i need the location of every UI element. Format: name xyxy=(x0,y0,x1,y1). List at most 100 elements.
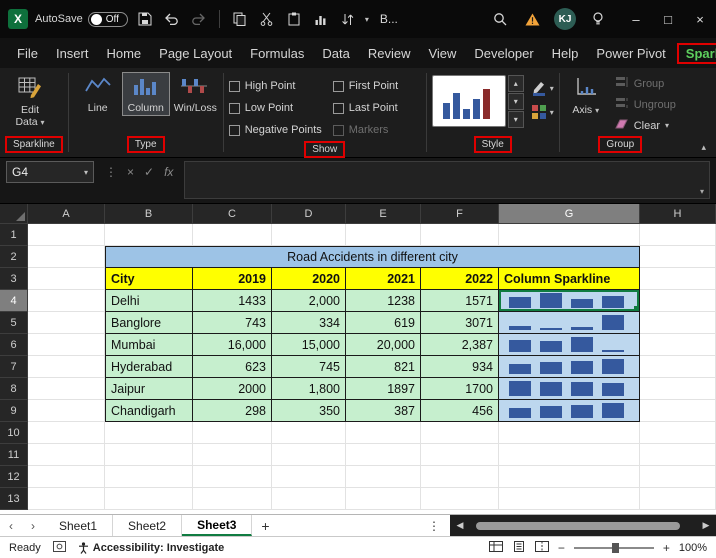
chart-icon[interactable] xyxy=(311,6,331,32)
cell-C1[interactable] xyxy=(193,224,272,246)
cell-B13[interactable] xyxy=(105,488,193,510)
cell-A4[interactable] xyxy=(28,290,105,312)
cell-A10[interactable] xyxy=(28,422,105,444)
sheet-nav-prev-icon[interactable]: ‹ xyxy=(0,519,22,533)
cell-G13[interactable] xyxy=(499,488,640,510)
cell-C9[interactable]: 298 xyxy=(193,400,272,422)
cell-E12[interactable] xyxy=(346,466,421,488)
cell-E3[interactable]: 2021 xyxy=(346,268,421,290)
cell-A3[interactable] xyxy=(28,268,105,290)
column-header-E[interactable]: E xyxy=(346,204,421,224)
cell-C10[interactable] xyxy=(193,422,272,444)
cell-A7[interactable] xyxy=(28,356,105,378)
cell-D10[interactable] xyxy=(272,422,346,444)
menu-tab-data[interactable]: Data xyxy=(313,43,358,64)
cell-E1[interactable] xyxy=(346,224,421,246)
column-header-D[interactable]: D xyxy=(272,204,346,224)
cell-E4[interactable]: 1238 xyxy=(346,290,421,312)
checkbox-last-point[interactable]: Last Point xyxy=(333,97,421,119)
cell-F13[interactable] xyxy=(421,488,499,510)
gallery-down-button[interactable]: ▾ xyxy=(508,93,524,110)
sheet-tab-sheet3[interactable]: Sheet3 xyxy=(182,515,252,536)
row-header-12[interactable]: 12 xyxy=(0,466,28,488)
cell-B3[interactable]: City xyxy=(105,268,193,290)
enter-icon[interactable]: ✓ xyxy=(144,165,154,179)
cell-H2[interactable] xyxy=(640,246,716,268)
autosave-toggle[interactable]: AutoSave Off xyxy=(35,12,128,27)
row-header-6[interactable]: 6 xyxy=(0,334,28,356)
cell-B6[interactable]: Mumbai xyxy=(105,334,193,356)
cell-F12[interactable] xyxy=(421,466,499,488)
cell-H8[interactable] xyxy=(640,378,716,400)
cell-E13[interactable] xyxy=(346,488,421,510)
row-header-2[interactable]: 2 xyxy=(0,246,28,268)
cell-G8[interactable] xyxy=(499,378,640,400)
checkbox-low-point[interactable]: Low Point xyxy=(229,97,333,119)
cell-E8[interactable]: 1897 xyxy=(346,378,421,400)
cell-D5[interactable]: 334 xyxy=(272,312,346,334)
menu-tab-help[interactable]: Help xyxy=(543,43,588,64)
zoom-slider[interactable] xyxy=(574,547,654,549)
qat-customize-icon[interactable]: ▾ xyxy=(365,15,369,24)
column-header-H[interactable]: H xyxy=(640,204,716,224)
cell-D3[interactable]: 2020 xyxy=(272,268,346,290)
cell-G3[interactable]: Column Sparkline xyxy=(499,268,640,290)
menu-tab-file[interactable]: File xyxy=(8,43,47,64)
row-header-3[interactable]: 3 xyxy=(0,268,28,290)
maximize-button[interactable]: □ xyxy=(652,0,684,38)
menu-tab-home[interactable]: Home xyxy=(97,43,150,64)
cell-F3[interactable]: 2022 xyxy=(421,268,499,290)
cell-D13[interactable] xyxy=(272,488,346,510)
select-all-corner[interactable] xyxy=(0,204,28,224)
row-header-1[interactable]: 1 xyxy=(0,224,28,246)
cell-E11[interactable] xyxy=(346,444,421,466)
menu-tab-developer[interactable]: Developer xyxy=(465,43,542,64)
cell-B1[interactable] xyxy=(105,224,193,246)
menu-tab-power-pivot[interactable]: Power Pivot xyxy=(587,43,674,64)
cell-C8[interactable]: 2000 xyxy=(193,378,272,400)
cell-G12[interactable] xyxy=(499,466,640,488)
cut-icon[interactable] xyxy=(257,6,277,32)
zoom-out-icon[interactable]: − xyxy=(558,541,565,555)
view-page-break-icon[interactable] xyxy=(535,541,549,555)
gallery-up-button[interactable]: ▴ xyxy=(508,75,524,92)
column-header-A[interactable]: A xyxy=(28,204,105,224)
cell-F6[interactable]: 2,387 xyxy=(421,334,499,356)
cell-G4[interactable] xyxy=(499,290,640,312)
name-box[interactable]: G4 ▾ xyxy=(6,161,94,183)
cell-A8[interactable] xyxy=(28,378,105,400)
cell-H12[interactable] xyxy=(640,466,716,488)
menu-tab-formulas[interactable]: Formulas xyxy=(241,43,313,64)
cell-A9[interactable] xyxy=(28,400,105,422)
cell-F4[interactable]: 1571 xyxy=(421,290,499,312)
group-button[interactable]: Group xyxy=(615,75,676,92)
column-header-C[interactable]: C xyxy=(193,204,272,224)
cell-B5[interactable]: Banglore xyxy=(105,312,193,334)
fill-handle[interactable] xyxy=(634,306,639,311)
cell-B9[interactable]: Chandigarh xyxy=(105,400,193,422)
save-icon[interactable] xyxy=(135,6,155,32)
row-header-8[interactable]: 8 xyxy=(0,378,28,400)
horizontal-scrollbar[interactable]: ◀ ▶ xyxy=(450,515,716,536)
row-header-9[interactable]: 9 xyxy=(0,400,28,422)
scroll-right-icon[interactable]: ▶ xyxy=(696,520,716,531)
cell-G11[interactable] xyxy=(499,444,640,466)
menu-tab-review[interactable]: Review xyxy=(359,43,420,64)
zoom-in-icon[interactable]: + xyxy=(663,541,670,555)
cell-B7[interactable]: Hyderabad xyxy=(105,356,193,378)
minimize-button[interactable]: – xyxy=(620,0,652,38)
cell-B8[interactable]: Jaipur xyxy=(105,378,193,400)
cell-C12[interactable] xyxy=(193,466,272,488)
cell-A5[interactable] xyxy=(28,312,105,334)
macro-record-icon[interactable] xyxy=(53,541,66,555)
row-header-10[interactable]: 10 xyxy=(0,422,28,444)
cell-E10[interactable] xyxy=(346,422,421,444)
cell-F10[interactable] xyxy=(421,422,499,444)
cell-B4[interactable]: Delhi xyxy=(105,290,193,312)
autosave-switch[interactable]: Off xyxy=(88,12,128,27)
sort-icon[interactable] xyxy=(338,6,358,32)
sheet-tab-sheet2[interactable]: Sheet2 xyxy=(113,515,182,536)
cell-G1[interactable] xyxy=(499,224,640,246)
cell-D12[interactable] xyxy=(272,466,346,488)
cell-C11[interactable] xyxy=(193,444,272,466)
